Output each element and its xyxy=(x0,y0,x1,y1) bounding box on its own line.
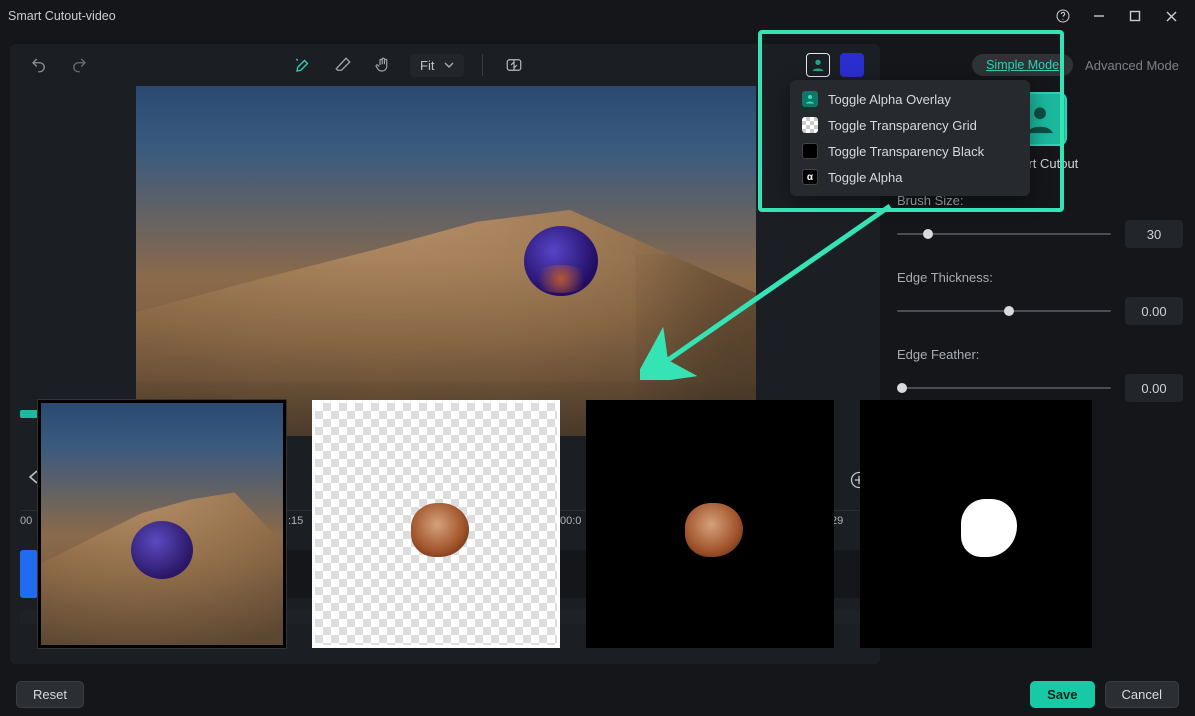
edge-thickness-value[interactable]: 0.00 xyxy=(1125,297,1183,325)
edge-thickness-slider[interactable] xyxy=(897,305,1111,317)
pan-tool-icon[interactable] xyxy=(370,52,396,78)
window-controls xyxy=(1047,2,1187,30)
menu-label: Toggle Transparency Grid xyxy=(828,118,977,133)
footer: Reset Save Cancel xyxy=(0,672,1195,716)
zoom-fit-label: Fit xyxy=(420,58,434,73)
preview-mode-menu: Toggle Alpha Overlay Toggle Transparency… xyxy=(790,80,1030,196)
simple-mode-tab[interactable]: Simple Mode xyxy=(972,54,1073,76)
minimize-icon[interactable] xyxy=(1083,2,1115,30)
person-overlay-icon xyxy=(802,91,818,107)
brush-size-slider[interactable] xyxy=(897,228,1111,240)
menu-label: Toggle Alpha Overlay xyxy=(828,92,951,107)
viewer-toolbar: Fit xyxy=(10,44,880,86)
preview-thumb-overlay[interactable] xyxy=(38,400,286,648)
edge-feather-label: Edge Feather: xyxy=(897,347,1183,362)
ruler-tick: 00 xyxy=(20,515,32,527)
close-icon[interactable] xyxy=(1155,2,1187,30)
edge-thickness-label: Edge Thickness: xyxy=(897,270,1183,285)
save-button[interactable]: Save xyxy=(1030,681,1094,708)
cutout-subject xyxy=(524,226,598,296)
window-title: Smart Cutout-video xyxy=(8,9,116,23)
checker-icon xyxy=(802,117,818,133)
preview-thumb-transparency-grid[interactable] xyxy=(312,400,560,648)
redo-icon[interactable] xyxy=(66,52,92,78)
menu-toggle-transparency-black[interactable]: Toggle Transparency Black xyxy=(790,138,1030,164)
brush-tool-icon[interactable] xyxy=(290,52,316,78)
brush-size-value[interactable]: 30 xyxy=(1125,220,1183,248)
advanced-mode-tab[interactable]: Advanced Mode xyxy=(1085,58,1179,73)
menu-toggle-alpha-overlay[interactable]: Toggle Alpha Overlay xyxy=(790,86,1030,112)
menu-toggle-alpha[interactable]: α Toggle Alpha xyxy=(790,164,1030,190)
chevron-down-icon xyxy=(444,60,454,70)
black-swatch-icon xyxy=(802,143,818,159)
reset-button[interactable]: Reset xyxy=(16,681,84,708)
compare-icon[interactable] xyxy=(501,52,527,78)
preview-mode-swatch[interactable] xyxy=(806,53,830,77)
menu-label: Toggle Transparency Black xyxy=(828,144,984,159)
zoom-fit-select[interactable]: Fit xyxy=(410,54,464,77)
timeline-clip[interactable] xyxy=(20,550,38,598)
edge-feather-value[interactable]: 0.00 xyxy=(1125,374,1183,402)
undo-icon[interactable] xyxy=(26,52,52,78)
maximize-icon[interactable] xyxy=(1119,2,1151,30)
preview-thumb-transparency-black[interactable] xyxy=(586,400,834,648)
menu-label: Toggle Alpha xyxy=(828,170,902,185)
eraser-tool-icon[interactable] xyxy=(330,52,356,78)
overlay-color-swatch[interactable] xyxy=(840,53,864,77)
menu-toggle-transparency-grid[interactable]: Toggle Transparency Grid xyxy=(790,112,1030,138)
preview-canvas[interactable] xyxy=(136,86,756,436)
preview-thumb-alpha[interactable] xyxy=(860,400,1092,648)
cancel-button[interactable]: Cancel xyxy=(1105,681,1179,708)
toolbar-divider xyxy=(482,54,483,76)
person-icon xyxy=(810,57,826,73)
alpha-icon: α xyxy=(802,169,818,185)
edge-feather-slider[interactable] xyxy=(897,382,1111,394)
timeline-area: 00 :15 00:0 :29 xyxy=(10,400,1185,662)
help-icon[interactable] xyxy=(1047,2,1079,30)
